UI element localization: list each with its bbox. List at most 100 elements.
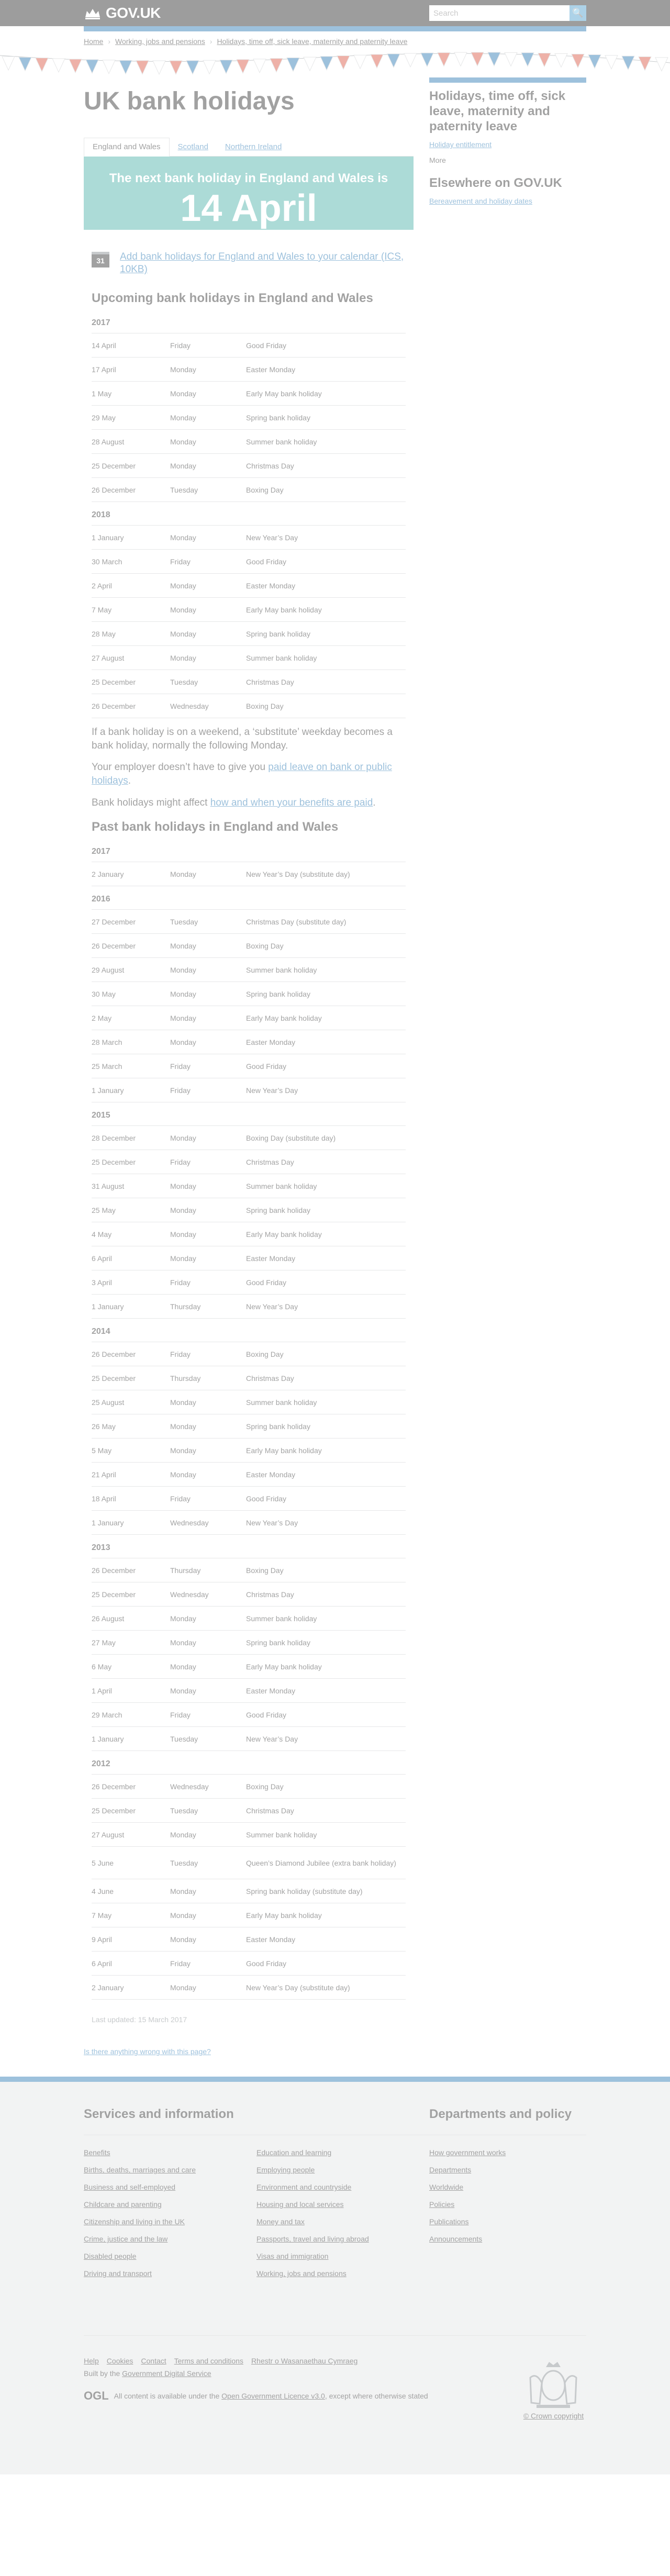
footer-service-link[interactable]: Crime, justice and the law: [84, 2235, 256, 2243]
next-holiday-name: Good Friday: [211, 231, 286, 246]
footer-department-link[interactable]: Departments: [429, 2166, 586, 2174]
search-button[interactable]: 🔍: [570, 5, 586, 21]
elsewhere-link-bereavement[interactable]: Bereavement and holiday dates: [429, 197, 532, 205]
bunting-flag: [203, 60, 216, 75]
govuk-logo[interactable]: GOV.UK: [84, 5, 161, 21]
footer-service-link[interactable]: Housing and local services: [256, 2200, 429, 2209]
footer-department-link[interactable]: Worldwide: [429, 2183, 586, 2191]
global-header: GOV.UK 🔍: [0, 0, 670, 26]
footer-meta-link[interactable]: Help: [84, 2357, 99, 2365]
holiday-date: 4 June: [92, 1879, 170, 1903]
elsewhere-title: Elsewhere on GOV.UK: [429, 176, 562, 191]
footer-meta-link[interactable]: Contact: [141, 2357, 166, 2365]
holiday-name: Summer bank holiday: [246, 1822, 406, 1847]
holiday-row: 25 March Friday Good Friday: [92, 1054, 406, 1078]
holiday-name: Early May bank holiday: [246, 1438, 406, 1463]
last-updated: Last updated: 15 March 2017: [92, 2015, 187, 2024]
breadcrumb-home[interactable]: Home: [84, 37, 103, 46]
tab-england-wales[interactable]: England and Wales: [84, 137, 170, 157]
footer-service-link[interactable]: Passports, travel and living abroad: [256, 2235, 429, 2243]
holiday-row: 30 May Monday Spring bank holiday: [92, 982, 406, 1006]
bunting-flag: [571, 53, 585, 69]
holiday-row: 2 April Monday Easter Monday: [92, 573, 406, 598]
bunting-flag: [605, 55, 618, 70]
add-to-calendar-link[interactable]: Add bank holidays for England and Wales …: [120, 251, 406, 276]
holiday-date: 1 January: [92, 1510, 170, 1535]
year-heading: 2016: [92, 895, 110, 904]
footer-service-link[interactable]: Benefits: [84, 2148, 256, 2157]
holiday-name: Queen’s Diamond Jubilee (extra bank holi…: [246, 1846, 406, 1879]
holiday-row: 27 August Monday Summer bank holiday: [92, 1822, 406, 1847]
holiday-weekday: Tuesday: [170, 909, 246, 934]
footer-service-link[interactable]: Births, deaths, marriages and care: [84, 2166, 256, 2174]
footer-service-link[interactable]: Education and learning: [256, 2148, 429, 2157]
search-icon: 🔍: [572, 8, 584, 18]
bunting-flag: [554, 53, 568, 68]
holiday-date: 30 March: [92, 549, 170, 574]
breadcrumb-holidays[interactable]: Holidays, time off, sick leave, maternit…: [217, 37, 407, 46]
footer-department-link[interactable]: Announcements: [429, 2235, 586, 2243]
footer-service-link[interactable]: Driving and transport: [84, 2269, 256, 2278]
tab-scotland-link[interactable]: Scotland: [178, 142, 208, 151]
year-heading: 2018: [92, 510, 110, 520]
footer-department-link[interactable]: Publications: [429, 2217, 586, 2226]
holiday-name: Boxing Day: [246, 933, 406, 958]
breadcrumb-working[interactable]: Working, jobs and pensions: [115, 37, 205, 46]
upcoming-heading: Upcoming bank holidays in England and Wa…: [92, 291, 373, 306]
footer-service-link[interactable]: Employing people: [256, 2166, 429, 2174]
gds-link[interactable]: Government Digital Service: [122, 2369, 211, 2378]
holiday-date: 29 August: [92, 957, 170, 982]
report-problem-link[interactable]: Is there anything wrong with this page?: [84, 2047, 211, 2056]
footer-service-link[interactable]: Money and tax: [256, 2217, 429, 2226]
holiday-date: 2 April: [92, 573, 170, 598]
footer-service-link[interactable]: Disabled people: [84, 2252, 256, 2260]
holiday-name: Spring bank holiday: [246, 405, 406, 430]
related-more-link[interactable]: More: [429, 156, 446, 164]
page-title: UK bank holidays: [84, 87, 295, 115]
licence-text: All content is available under the Open …: [114, 2392, 428, 2400]
footer-service-link[interactable]: Environment and countryside: [256, 2183, 429, 2191]
footer-service-link[interactable]: Working, jobs and pensions: [256, 2269, 429, 2278]
holiday-name: Christmas Day: [246, 1150, 406, 1174]
footer-service-link[interactable]: Business and self-employed: [84, 2183, 256, 2191]
related-title: Holidays, time off, sick leave, maternit…: [429, 77, 586, 134]
holiday-date: 27 August: [92, 1822, 170, 1847]
holiday-table: 27 December Tuesday Christmas Day (substit…: [92, 909, 406, 1103]
footer-service-link[interactable]: Citizenship and living in the UK: [84, 2217, 256, 2226]
benefits-note: Bank holidays might affect how and when …: [92, 796, 406, 810]
holiday-name: Early May bank holiday: [246, 597, 406, 622]
tab-scotland[interactable]: Scotland: [170, 138, 217, 156]
holiday-weekday: Monday: [170, 1006, 246, 1030]
benefits-note-suffix: .: [373, 797, 376, 808]
footer-meta-link[interactable]: Cookies: [107, 2357, 133, 2365]
holiday-date: 6 April: [92, 1246, 170, 1270]
holiday-row: 18 April Friday Good Friday: [92, 1486, 406, 1511]
crown-copyright-link[interactable]: © Crown copyright: [523, 2412, 584, 2420]
footer-department-link[interactable]: Policies: [429, 2200, 586, 2209]
search-input[interactable]: [429, 5, 570, 21]
related-link-holiday-entitlement[interactable]: Holiday entitlement: [429, 140, 492, 149]
bunting-flag: [35, 58, 49, 72]
footer-meta-link[interactable]: Rhestr o Wasanaethau Cymraeg: [251, 2357, 358, 2365]
holiday-weekday: Tuesday: [170, 477, 246, 503]
footer-departments: Departments and policy How government wo…: [429, 2107, 586, 2278]
tab-northern-ireland-link[interactable]: Northern Ireland: [225, 142, 282, 151]
tab-northern-ireland[interactable]: Northern Ireland: [217, 138, 290, 156]
ogl-logo: OGL: [84, 2389, 109, 2403]
footer-department-link[interactable]: How government works: [429, 2148, 586, 2157]
holiday-date: 25 August: [92, 1390, 170, 1414]
footer-service-link[interactable]: Childcare and parenting: [84, 2200, 256, 2209]
holiday-weekday: Monday: [170, 1654, 246, 1679]
holiday-name: Spring bank holiday: [246, 1198, 406, 1222]
footer-meta-link[interactable]: Terms and conditions: [174, 2357, 243, 2365]
ogl-link[interactable]: Open Government Licence v3.0: [221, 2392, 325, 2400]
footer-service-link[interactable]: Visas and immigration: [256, 2252, 429, 2260]
holiday-name: Boxing Day: [246, 1558, 406, 1582]
benefits-link[interactable]: how and when your benefits are paid: [210, 797, 373, 808]
holiday-name: Christmas Day: [246, 1366, 406, 1390]
holiday-row: 28 December Monday Boxing Day (substitute …: [92, 1125, 406, 1150]
holiday-name: Summer bank holiday: [246, 429, 406, 454]
holiday-name: Easter Monday: [246, 1462, 406, 1487]
holiday-weekday: Monday: [170, 1198, 246, 1222]
holiday-date: 1 January: [92, 1294, 170, 1319]
